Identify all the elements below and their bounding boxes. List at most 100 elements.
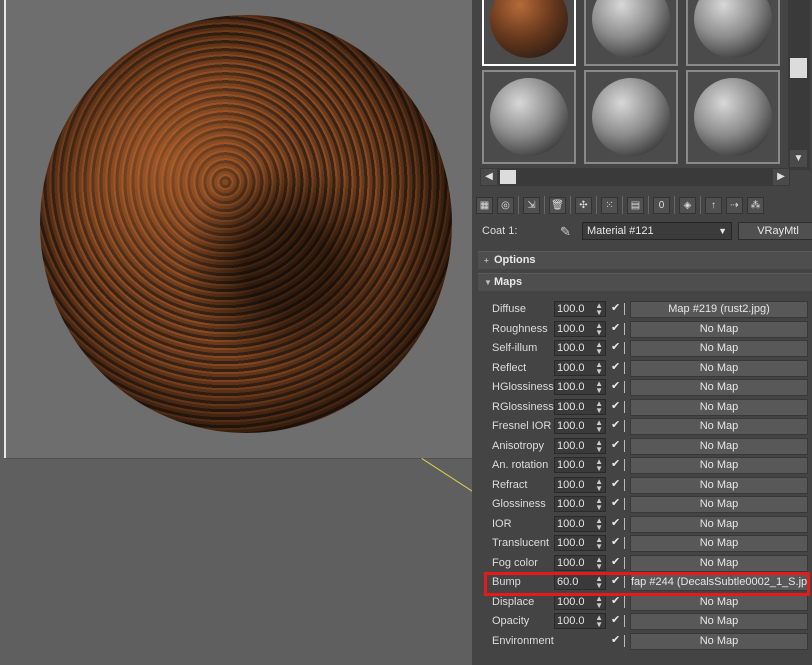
- map-enabled-checkbox[interactable]: ✔: [611, 497, 623, 509]
- material-name-dropdown[interactable]: Material #121 ▼: [582, 222, 732, 240]
- go-forward-icon[interactable]: ⇢: [726, 196, 743, 214]
- map-enabled-checkbox[interactable]: ✔: [611, 634, 623, 646]
- slots-horizontal-scrollbar[interactable]: ◀ ▶: [480, 168, 790, 186]
- map-amount-spinner[interactable]: 100.0 ▲ ▼: [554, 398, 606, 415]
- spinner-arrows-icon[interactable]: ▲ ▼: [595, 399, 603, 414]
- material-slot-2[interactable]: [584, 0, 678, 66]
- material-slot-3[interactable]: [686, 0, 780, 66]
- spinner-arrows-icon[interactable]: ▲ ▼: [595, 419, 603, 434]
- map-amount-spinner[interactable]: 100.0 ▲ ▼: [554, 476, 606, 493]
- map-amount-spinner[interactable]: 100.0 ▲ ▼: [554, 457, 606, 473]
- material-slot-1[interactable]: [482, 0, 576, 66]
- slot-sphere-icon: [490, 0, 568, 58]
- map-amount-spinner[interactable]: 100.0 ▲ ▼: [554, 379, 606, 395]
- slots-vertical-scrollbar[interactable]: ▼: [788, 0, 810, 170]
- pick-material-icon[interactable]: ⁂: [747, 196, 764, 214]
- map-enabled-checkbox[interactable]: ✔: [611, 614, 623, 626]
- spinner-arrows-icon[interactable]: ▲ ▼: [595, 380, 603, 395]
- material-editor-toolbar: ▦ ◎ ⇲ 🗑 ✣ ⁙ ▤ 0 ◈ ↑ ⇢ ⁂: [476, 192, 812, 218]
- map-amount-spinner[interactable]: 100.0 ▲ ▼: [554, 359, 606, 376]
- map-slot-button[interactable]: No Map: [630, 359, 808, 377]
- spinner-arrows-icon[interactable]: ▲ ▼: [595, 458, 603, 473]
- spinner-arrows-icon[interactable]: ▲ ▼: [595, 516, 603, 531]
- map-amount-spinner[interactable]: 100.0 ▲ ▼: [554, 613, 606, 629]
- map-slot-button[interactable]: No Map: [630, 437, 808, 455]
- map-slot-button[interactable]: No Map: [630, 476, 808, 494]
- map-slot-button[interactable]: No Map: [630, 496, 808, 513]
- map-slot-button[interactable]: No Map: [630, 379, 808, 396]
- map-slot-button[interactable]: No Map: [630, 320, 808, 338]
- map-slot-button[interactable]: No Map: [630, 593, 808, 611]
- material-type-button[interactable]: VRayMtl: [738, 222, 812, 240]
- spinner-arrows-icon[interactable]: ▲ ▼: [595, 321, 603, 336]
- map-enabled-checkbox[interactable]: ✔: [611, 361, 623, 373]
- make-copy-icon[interactable]: ✣: [575, 196, 592, 214]
- map-enabled-checkbox[interactable]: ✔: [611, 302, 623, 314]
- map-slot-button[interactable]: No Map: [630, 340, 808, 357]
- assign-to-selection-icon[interactable]: ⇲: [523, 196, 540, 214]
- show-map-icon[interactable]: ◈: [679, 196, 696, 214]
- map-slot-button[interactable]: No Map: [630, 398, 808, 416]
- map-amount-spinner[interactable]: 100.0 ▲ ▼: [554, 437, 606, 454]
- save-icon[interactable]: ▤: [627, 196, 644, 214]
- go-to-parent-icon[interactable]: ↑: [705, 196, 722, 214]
- spinner-arrows-icon[interactable]: ▲ ▼: [595, 555, 603, 570]
- map-slot-button[interactable]: No Map: [630, 418, 808, 435]
- map-amount-spinner[interactable]: 100.0 ▲ ▼: [554, 554, 606, 571]
- map-amount-spinner[interactable]: 100.0 ▲ ▼: [554, 535, 606, 551]
- scroll-left-icon[interactable]: ◀: [481, 169, 497, 185]
- map-enabled-checkbox[interactable]: ✔: [611, 536, 623, 548]
- eyedropper-icon[interactable]: ✎: [560, 224, 571, 240]
- map-enabled-checkbox[interactable]: ✔: [611, 439, 623, 451]
- material-slot-6[interactable]: [686, 70, 780, 164]
- map-slot-button[interactable]: Map #219 (rust2.jpg): [630, 301, 808, 318]
- map-slot-button[interactable]: No Map: [630, 535, 808, 552]
- map-amount-spinner[interactable]: 100.0 ▲ ▼: [554, 320, 606, 337]
- spinner-arrows-icon[interactable]: ▲ ▼: [595, 360, 603, 375]
- horizontal-scroll-thumb[interactable]: [500, 170, 516, 184]
- spinner-arrows-icon[interactable]: ▲ ▼: [595, 438, 603, 453]
- map-divider: [624, 517, 625, 530]
- spinner-arrows-icon[interactable]: ▲ ▼: [595, 614, 603, 629]
- material-slot-5[interactable]: [584, 70, 678, 164]
- rollout-options[interactable]: + Options: [478, 251, 812, 269]
- material-id-icon[interactable]: 0: [653, 196, 670, 214]
- map-amount-spinner[interactable]: 100.0 ▲ ▼: [554, 515, 606, 532]
- make-unique-icon[interactable]: ⁙: [601, 196, 618, 214]
- get-material-icon[interactable]: ▦: [476, 196, 493, 214]
- map-amount-spinner[interactable]: 100.0 ▲ ▼: [554, 301, 606, 317]
- spinner-arrows-icon[interactable]: ▲ ▼: [595, 536, 603, 551]
- delete-icon[interactable]: 🗑: [549, 196, 566, 214]
- map-amount-spinner[interactable]: 100.0 ▲ ▼: [554, 340, 606, 356]
- map-enabled-checkbox[interactable]: ✔: [611, 419, 623, 431]
- scroll-right-icon[interactable]: ▶: [773, 169, 789, 185]
- spinner-arrows-icon[interactable]: ▲ ▼: [595, 341, 603, 356]
- spinner-arrows-icon[interactable]: ▲ ▼: [595, 302, 603, 317]
- vertical-scroll-thumb[interactable]: [790, 58, 807, 78]
- spinner-arrows-icon[interactable]: ▲ ▼: [595, 497, 603, 512]
- map-amount-spinner[interactable]: 100.0 ▲ ▼: [554, 418, 606, 434]
- map-enabled-checkbox[interactable]: ✔: [611, 322, 623, 334]
- map-slot-button[interactable]: No Map: [630, 632, 808, 650]
- map-enabled-checkbox[interactable]: ✔: [611, 517, 623, 529]
- map-enabled-checkbox[interactable]: ✔: [611, 458, 623, 470]
- scroll-down-icon[interactable]: ▼: [790, 150, 807, 167]
- map-enabled-checkbox[interactable]: ✔: [611, 556, 623, 568]
- map-enabled-checkbox[interactable]: ✔: [611, 400, 623, 412]
- spinner-arrows-icon[interactable]: ▲ ▼: [595, 594, 603, 609]
- map-slot-button[interactable]: No Map: [630, 515, 808, 533]
- material-preview-viewport[interactable]: [0, 0, 473, 665]
- spinner-arrows-icon[interactable]: ▲ ▼: [595, 477, 603, 492]
- map-row-anisotropy: Anisotropy 100.0 ▲ ▼ ✔ No Map: [478, 437, 812, 456]
- map-enabled-checkbox[interactable]: ✔: [611, 341, 623, 353]
- rollout-maps[interactable]: ▼ Maps: [478, 273, 812, 291]
- map-amount-spinner[interactable]: 100.0 ▲ ▼: [554, 496, 606, 512]
- map-enabled-checkbox[interactable]: ✔: [611, 380, 623, 392]
- map-enabled-checkbox[interactable]: ✔: [611, 478, 623, 490]
- map-slot-button[interactable]: No Map: [630, 554, 808, 572]
- map-slot-button[interactable]: No Map: [630, 613, 808, 630]
- map-slot-button[interactable]: No Map: [630, 457, 808, 474]
- put-to-scene-icon[interactable]: ◎: [497, 196, 514, 214]
- map-enabled-checkbox[interactable]: ✔: [611, 595, 623, 607]
- material-slot-4[interactable]: [482, 70, 576, 164]
